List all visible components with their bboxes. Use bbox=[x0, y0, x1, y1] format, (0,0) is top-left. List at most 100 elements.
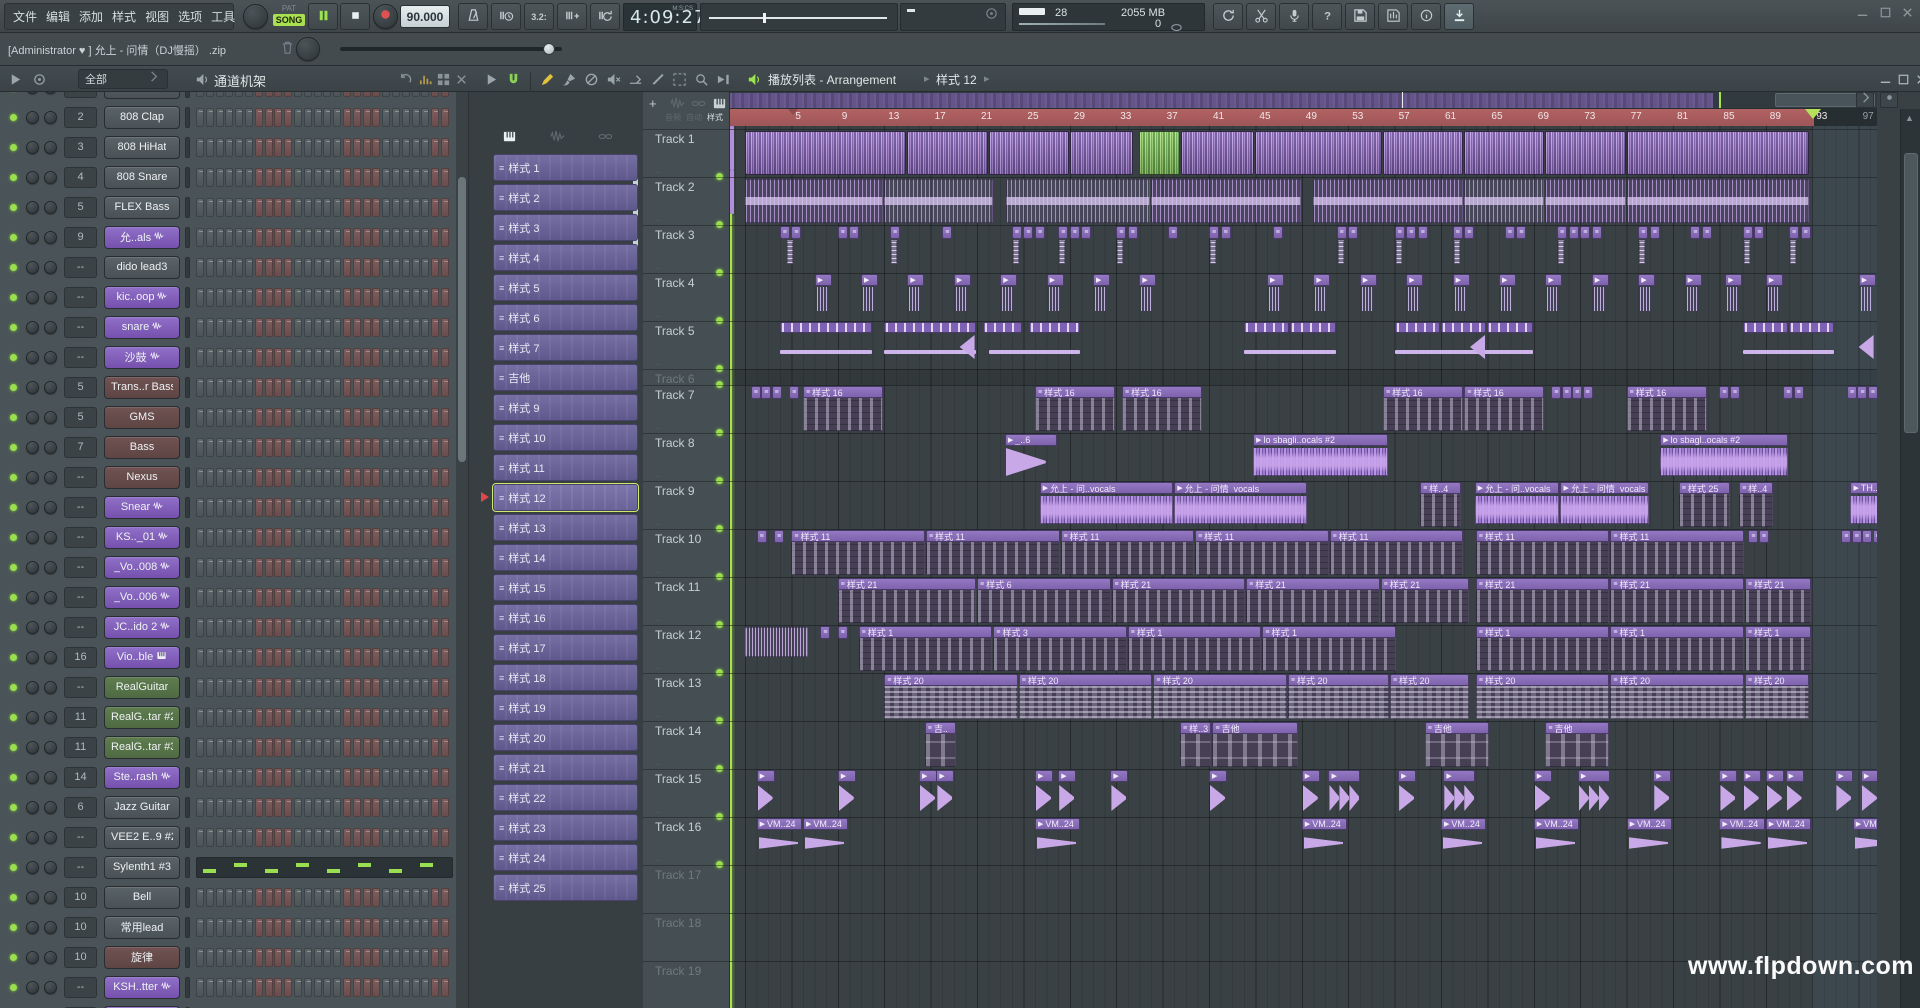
step-cell[interactable] bbox=[206, 888, 214, 907]
step-cell[interactable] bbox=[245, 288, 253, 307]
pattern-clip[interactable]: ≡样式 16 bbox=[803, 386, 883, 431]
channel-button-18[interactable]: JC..ido 2 bbox=[104, 616, 180, 639]
step-cell[interactable] bbox=[265, 108, 273, 127]
step-cell[interactable] bbox=[294, 348, 302, 367]
channel-led[interactable] bbox=[10, 114, 17, 121]
pattern-clip[interactable]: ≡样式 25 bbox=[1679, 482, 1730, 527]
step-cell[interactable] bbox=[441, 528, 449, 547]
pattern-clip[interactable]: ≡样式 16 bbox=[1383, 386, 1463, 431]
audio-clip[interactable] bbox=[1464, 179, 1544, 223]
pattern-item-样式 25[interactable]: ≡样式 25 bbox=[493, 874, 638, 901]
step-cell[interactable] bbox=[196, 228, 204, 247]
step-cell[interactable] bbox=[392, 318, 400, 337]
step-cell[interactable] bbox=[304, 288, 312, 307]
rack-close-icon[interactable] bbox=[452, 70, 470, 88]
step-cell[interactable] bbox=[412, 288, 420, 307]
cut-tool-button[interactable] bbox=[1246, 3, 1276, 30]
step-cell[interactable] bbox=[333, 318, 341, 337]
mini-pattern-clip[interactable]: ≡ bbox=[1516, 226, 1526, 239]
pan-knob[interactable] bbox=[26, 231, 39, 244]
step-cell[interactable] bbox=[333, 918, 341, 937]
step-cell[interactable] bbox=[372, 288, 380, 307]
track-label-9[interactable]: Track 9 bbox=[655, 484, 695, 498]
audio-hit-clip[interactable]: ▶ bbox=[1725, 274, 1742, 314]
audio-clip[interactable]: ▶允上 - 问情_vocals bbox=[1560, 482, 1648, 527]
playlist-ruler[interactable]: 5913172125293337414549535761656973778185… bbox=[730, 109, 1877, 126]
step-cell[interactable] bbox=[402, 738, 410, 757]
step-cell[interactable] bbox=[323, 228, 331, 247]
channel-led[interactable] bbox=[10, 774, 17, 781]
audio-hit-clip[interactable]: ▶ bbox=[1786, 770, 1804, 814]
step-cell[interactable] bbox=[265, 258, 273, 277]
step-cell[interactable] bbox=[392, 618, 400, 637]
step-cell[interactable] bbox=[353, 318, 361, 337]
mini-pattern-clip[interactable]: ≡ bbox=[1789, 226, 1799, 239]
step-cell[interactable] bbox=[265, 228, 273, 247]
step-cell[interactable] bbox=[323, 768, 331, 787]
audio-clip[interactable] bbox=[1545, 131, 1625, 175]
step-cell[interactable] bbox=[333, 738, 341, 757]
audio-hit-clip[interactable]: ▶ bbox=[1139, 274, 1156, 314]
step-cell[interactable] bbox=[343, 198, 351, 217]
mini-pattern-clip[interactable]: ≡ bbox=[1873, 530, 1877, 543]
step-cell[interactable] bbox=[235, 228, 243, 247]
channel-led[interactable] bbox=[10, 204, 17, 211]
step-cell[interactable] bbox=[196, 558, 204, 577]
step-cell[interactable] bbox=[333, 888, 341, 907]
step-cell[interactable] bbox=[274, 828, 282, 847]
pattern-item-样式 10[interactable]: ≡样式 10 bbox=[493, 424, 638, 451]
line-clip[interactable] bbox=[1743, 350, 1835, 354]
step-cell[interactable] bbox=[402, 708, 410, 727]
pattern-clip[interactable]: ≡样式 11 bbox=[1610, 530, 1744, 575]
step-cell[interactable] bbox=[314, 528, 322, 547]
step-cell[interactable] bbox=[274, 438, 282, 457]
step-cell[interactable] bbox=[304, 198, 312, 217]
pattern-clip[interactable]: ≡样式 20 bbox=[884, 674, 1018, 719]
step-cell[interactable] bbox=[382, 978, 390, 997]
step-cell[interactable] bbox=[421, 198, 429, 217]
step-cell[interactable] bbox=[235, 468, 243, 487]
volume-knob[interactable] bbox=[44, 741, 57, 754]
step-cell[interactable] bbox=[265, 798, 273, 817]
step-cell[interactable] bbox=[441, 408, 449, 427]
channel-led[interactable] bbox=[10, 864, 17, 871]
step-cell[interactable] bbox=[382, 468, 390, 487]
step-cell[interactable] bbox=[421, 168, 429, 187]
pattern-clip[interactable]: ≡样..4 bbox=[1739, 482, 1773, 527]
step-cell[interactable] bbox=[255, 318, 263, 337]
step-cell[interactable] bbox=[265, 618, 273, 637]
pattern-clip[interactable]: ≡吉他 bbox=[1425, 722, 1489, 767]
step-cell[interactable] bbox=[363, 92, 371, 97]
step-cell[interactable] bbox=[412, 648, 420, 667]
audio-clip[interactable] bbox=[884, 179, 993, 223]
pattern-item-样式 11[interactable]: ≡样式 11 bbox=[493, 454, 638, 481]
step-cell[interactable] bbox=[304, 468, 312, 487]
note-column[interactable] bbox=[1059, 240, 1065, 264]
step-cell[interactable] bbox=[196, 798, 204, 817]
step-cell[interactable] bbox=[245, 978, 253, 997]
mini-pattern-clip[interactable]: ≡ bbox=[1551, 386, 1561, 399]
step-cell[interactable] bbox=[343, 618, 351, 637]
step-cell[interactable] bbox=[353, 168, 361, 187]
step-cell[interactable] bbox=[235, 198, 243, 217]
mini-pattern-clip[interactable]: ≡ bbox=[1464, 226, 1474, 239]
step-cell[interactable] bbox=[314, 408, 322, 427]
save-button[interactable] bbox=[1345, 3, 1375, 30]
note-column[interactable] bbox=[1454, 240, 1460, 264]
step-cell[interactable] bbox=[323, 378, 331, 397]
step-cell[interactable] bbox=[255, 888, 263, 907]
step-cell[interactable] bbox=[343, 258, 351, 277]
step-cell[interactable] bbox=[235, 348, 243, 367]
step-cell[interactable] bbox=[431, 318, 439, 337]
audio-clip-green[interactable] bbox=[1139, 131, 1180, 175]
step-cell[interactable] bbox=[421, 558, 429, 577]
step-cell[interactable] bbox=[225, 828, 233, 847]
step-cell[interactable] bbox=[314, 92, 322, 97]
channel-target[interactable]: -- bbox=[64, 287, 97, 308]
audio-clip[interactable]: ▶TH..ry bbox=[1850, 482, 1877, 527]
step-cell[interactable] bbox=[441, 618, 449, 637]
mini-pattern-clip[interactable]: ≡ bbox=[1395, 226, 1405, 239]
step-cell[interactable] bbox=[235, 168, 243, 187]
select-tool-icon[interactable] bbox=[670, 70, 688, 88]
step-cell[interactable] bbox=[245, 258, 253, 277]
